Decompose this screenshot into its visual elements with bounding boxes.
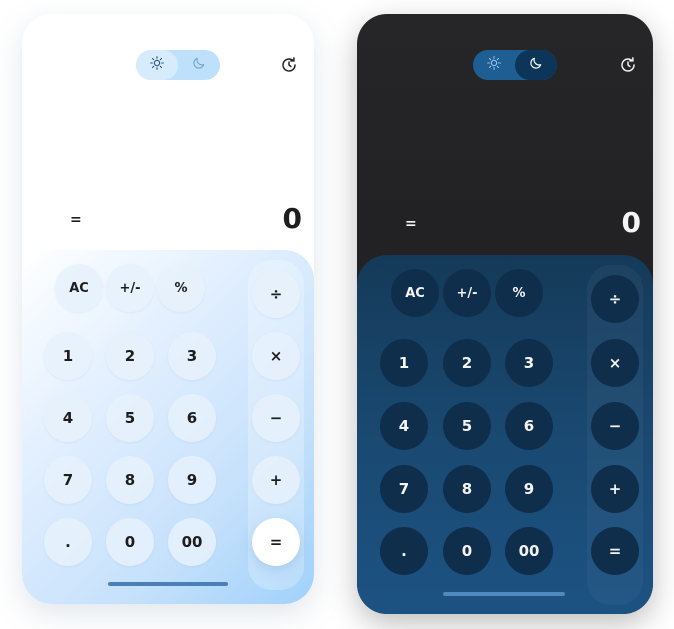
display-equals-sign: = xyxy=(70,212,82,228)
digit-8-button[interactable]: 8 xyxy=(106,456,154,504)
digit-3-button[interactable]: 3 xyxy=(505,339,553,387)
home-indicator xyxy=(108,582,228,586)
subtract-button[interactable]: − xyxy=(591,402,639,450)
calculator-light: = 0 AC +/- % 1 2 3 4 5 6 7 8 9 . 0 00 ÷ … xyxy=(22,14,314,604)
digit-9-button[interactable]: 9 xyxy=(505,465,553,513)
light-mode-option[interactable] xyxy=(473,50,515,80)
display-equals-sign: = xyxy=(405,216,417,232)
multiply-button[interactable]: × xyxy=(252,332,300,380)
calculator-dark: = 0 AC +/- % 1 2 3 4 5 6 7 8 9 . 0 00 ÷ … xyxy=(357,14,653,614)
digit-1-button[interactable]: 1 xyxy=(44,332,92,380)
all-clear-button[interactable]: AC xyxy=(391,269,439,317)
home-indicator xyxy=(443,592,565,596)
digit-2-button[interactable]: 2 xyxy=(106,332,154,380)
keypad: AC +/- % 1 2 3 4 5 6 7 8 9 . 0 00 ÷ × − … xyxy=(357,255,653,614)
dark-mode-option[interactable] xyxy=(515,50,557,80)
digit-7-button[interactable]: 7 xyxy=(44,456,92,504)
keypad: AC +/- % 1 2 3 4 5 6 7 8 9 . 0 00 ÷ × − … xyxy=(22,250,314,604)
add-button[interactable]: + xyxy=(591,465,639,513)
sun-icon xyxy=(149,55,165,75)
moon-icon xyxy=(528,55,544,75)
history-button[interactable] xyxy=(619,56,637,74)
digit-5-button[interactable]: 5 xyxy=(106,394,154,442)
sun-icon xyxy=(486,55,502,75)
plus-minus-button[interactable]: +/- xyxy=(443,269,491,317)
percent-button[interactable]: % xyxy=(157,264,205,312)
display-result: 0 xyxy=(621,206,641,239)
divide-button[interactable]: ÷ xyxy=(591,275,639,323)
digit-6-button[interactable]: 6 xyxy=(168,394,216,442)
digit-5-button[interactable]: 5 xyxy=(443,402,491,450)
theme-toggle[interactable] xyxy=(473,50,557,80)
digit-8-button[interactable]: 8 xyxy=(443,465,491,513)
percent-button[interactable]: % xyxy=(495,269,543,317)
digit-2-button[interactable]: 2 xyxy=(443,339,491,387)
equals-button[interactable]: = xyxy=(591,527,639,575)
digit-7-button[interactable]: 7 xyxy=(380,465,428,513)
digit-3-button[interactable]: 3 xyxy=(168,332,216,380)
digit-0-button[interactable]: 0 xyxy=(443,527,491,575)
digit-4-button[interactable]: 4 xyxy=(44,394,92,442)
digit-0-button[interactable]: 0 xyxy=(106,518,154,566)
digit-9-button[interactable]: 9 xyxy=(168,456,216,504)
all-clear-button[interactable]: AC xyxy=(55,264,103,312)
add-button[interactable]: + xyxy=(252,456,300,504)
digit-1-button[interactable]: 1 xyxy=(380,339,428,387)
multiply-button[interactable]: × xyxy=(591,339,639,387)
decimal-button[interactable]: . xyxy=(380,527,428,575)
light-mode-option[interactable] xyxy=(136,50,178,80)
display-result: 0 xyxy=(282,202,302,235)
equals-button[interactable]: = xyxy=(252,518,300,566)
plus-minus-button[interactable]: +/- xyxy=(106,264,154,312)
double-zero-button[interactable]: 00 xyxy=(505,527,553,575)
theme-toggle[interactable] xyxy=(136,50,220,80)
subtract-button[interactable]: − xyxy=(252,394,300,442)
digit-4-button[interactable]: 4 xyxy=(380,402,428,450)
dark-mode-option[interactable] xyxy=(178,50,220,80)
decimal-button[interactable]: . xyxy=(44,518,92,566)
divide-button[interactable]: ÷ xyxy=(252,270,300,318)
history-icon xyxy=(619,57,637,78)
history-icon xyxy=(280,57,298,78)
double-zero-button[interactable]: 00 xyxy=(168,518,216,566)
digit-6-button[interactable]: 6 xyxy=(505,402,553,450)
history-button[interactable] xyxy=(280,56,298,74)
moon-icon xyxy=(191,55,207,75)
